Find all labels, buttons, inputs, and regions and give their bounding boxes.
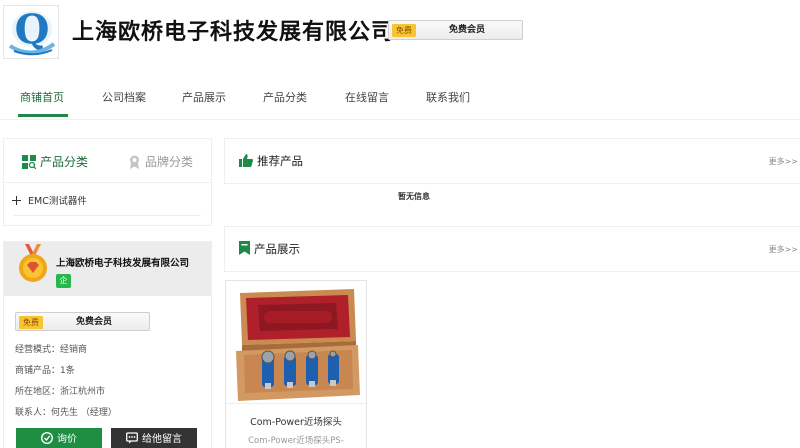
tab-product-category[interactable]: 产品分类 [22,153,88,172]
award-icon [128,155,141,172]
member-badge: 免费 免费会员 [15,312,150,331]
section-title: 推荐产品 [239,153,303,170]
section-title: 产品展示 [239,241,300,258]
more-link[interactable]: 更多>> [769,156,798,167]
divider [4,182,211,183]
nav-leave-message[interactable]: 在线留言 [345,89,389,117]
recommended-products-header: 推荐产品 更多>> [224,138,800,184]
nav-product-categories[interactable]: 产品分类 [263,89,307,117]
expand-plus-icon[interactable] [12,196,21,205]
category-item[interactable]: EMC测试器件 [12,193,87,207]
chat-bubble-icon [40,430,54,448]
category-panel: 产品分类 品牌分类 EMC测试器件 [3,138,212,226]
divider [14,215,201,216]
thumbs-up-icon [239,154,253,170]
enterprise-badge: 企 [56,274,71,288]
product-name[interactable]: Com-Power近场探头 [226,414,366,428]
product-description: Com-Power近场探头PS- [248,436,344,446]
member-label: 免费会员 [449,25,486,35]
member-label: 免费会员 [76,317,113,327]
empty-state-text: 暂无信息 [398,192,430,201]
tab-brand-category[interactable]: 品牌分类 [128,153,193,172]
tab-brand-category-label: 品牌分类 [145,155,194,169]
medal-icon [17,244,49,288]
tab-product-category-label: 产品分类 [40,155,89,169]
location: 所在地区：浙江杭州市 [15,387,106,397]
inquiry-label: 询价 [57,434,77,445]
member-badge: 免费 免费会员 [388,20,523,40]
company-card-name[interactable]: 上海欧桥电子科技发展有限公司 [56,255,189,269]
company-card-header: 上海欧桥电子科技发展有限公司 企 [4,242,211,296]
company-title: 上海欧桥电子科技发展有限公司 [72,20,395,45]
inquiry-button[interactable]: 询价 [16,428,102,448]
shop-nav: 商铺首页 公司档案 产品展示 产品分类 在线留言 联系我们 [0,80,800,120]
company-logo[interactable]: Q [3,5,59,59]
product-image[interactable] [232,283,362,403]
bookmark-icon [239,241,250,258]
shop-header: Q 上海欧桥电子科技发展有限公司 免费 免费会员 [0,0,800,62]
logo-letter: Q [15,6,50,53]
company-card: 上海欧桥电子科技发展有限公司 企 免费 免费会员 经营模式：经销商 商铺产品：1… [3,241,212,448]
more-link[interactable]: 更多>> [769,244,798,255]
product-showcase-header: 产品展示 更多>> [224,226,800,272]
grid-search-icon [22,155,37,172]
product-card[interactable]: Com-Power近场探头 Com-Power近场探头PS- [225,280,367,448]
recommended-title: 推荐产品 [257,154,303,168]
free-tag: 免费 [19,316,43,329]
nav-products[interactable]: 产品展示 [182,89,226,117]
nav-company-profile[interactable]: 公司档案 [102,89,146,117]
business-mode: 经营模式：经销商 [15,345,88,355]
free-tag: 免费 [392,24,416,37]
nav-contact-us[interactable]: 联系我们 [426,89,470,117]
leave-message-button[interactable]: 给他留言 [111,428,197,448]
message-icon [126,430,138,448]
divider [226,403,366,404]
nav-home[interactable]: 商铺首页 [18,89,68,117]
showcase-title: 产品展示 [254,242,300,256]
category-item-label: EMC测试器件 [28,196,87,207]
contact-person: 联系人：何先生 （经理） [15,408,117,418]
shop-products-count: 商铺产品：1条 [15,366,75,376]
leave-message-label: 给他留言 [142,434,182,445]
empty-state: 暂无信息 [224,191,800,202]
